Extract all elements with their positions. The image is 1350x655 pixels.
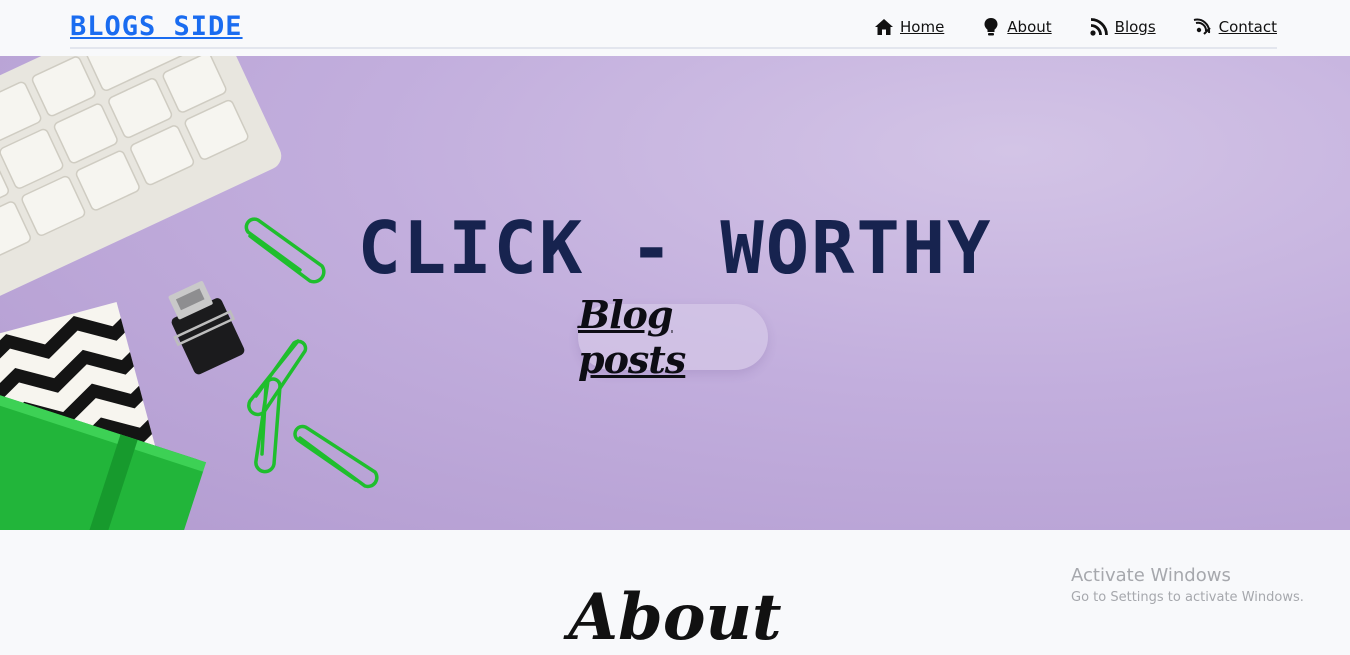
lightbulb-icon	[980, 16, 1002, 38]
nav-item-blogs[interactable]: Blogs	[1088, 16, 1156, 38]
blog-posts-button-label: Blog posts	[578, 292, 686, 382]
hero-title: CLICK - WORTHY	[357, 206, 993, 290]
nav-menu: Home About Blogs Contact	[873, 16, 1277, 38]
blog-posts-button[interactable]: Blog posts	[578, 292, 768, 382]
nav-label-home: Home	[900, 18, 945, 36]
home-icon	[873, 16, 895, 38]
nav-item-contact[interactable]: Contact	[1192, 16, 1277, 38]
nav-item-home[interactable]: Home	[873, 16, 944, 38]
signal-icon	[1192, 16, 1214, 38]
nav-item-about[interactable]: About	[980, 16, 1052, 38]
watermark-title: Activate Windows	[1071, 565, 1231, 586]
hero-banner: CLICK - WORTHY Blog posts	[0, 56, 1350, 530]
rss-icon	[1088, 16, 1110, 38]
hero-desk-illustration	[0, 56, 379, 530]
nav-label-blogs: Blogs	[1114, 18, 1156, 36]
nav-label-contact: Contact	[1218, 18, 1277, 36]
watermark-subtitle: Go to Settings to activate Windows.	[1071, 590, 1304, 605]
windows-activation-watermark: Activate Windows Go to Settings to activ…	[1071, 565, 1304, 605]
navbar: BLOGS SIDE Home About Blogs Contact	[0, 0, 1350, 56]
brand-logo-link[interactable]: BLOGS SIDE	[70, 11, 243, 42]
nav-divider	[70, 47, 1277, 49]
nav-label-about: About	[1007, 18, 1052, 36]
